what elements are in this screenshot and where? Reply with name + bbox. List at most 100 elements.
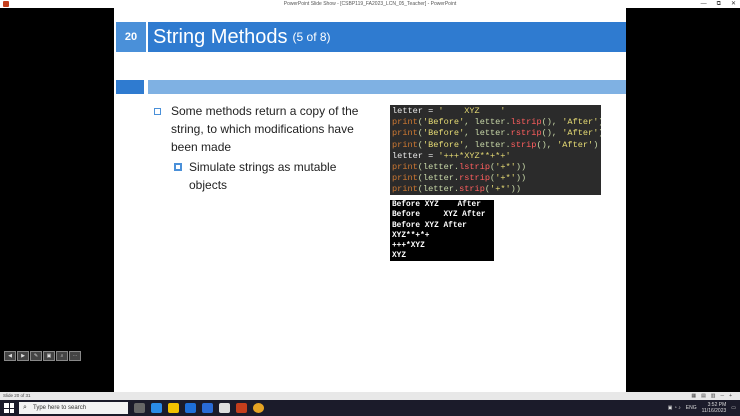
code-token: (letter. — [417, 162, 460, 173]
code-token: '+*' — [490, 184, 511, 195]
windows-start-icon[interactable] — [4, 403, 14, 413]
edge-icon[interactable] — [151, 403, 162, 413]
code-token: ' XYZ ' — [438, 106, 506, 116]
output-line: Before XYZ After — [392, 201, 481, 209]
slide-title-bar: String Methods (5 of 8) — [148, 22, 626, 52]
accent-strip-light — [148, 80, 626, 94]
filled-square-bullet-icon — [174, 163, 182, 171]
code-token: lstrip — [510, 117, 542, 128]
system-tray: ▣ ◔ ♪ ENG 3:52 PM 11/16/2023 ▭ — [668, 400, 736, 416]
console-output: Before XYZ After Before XYZ After Before X… — [390, 200, 494, 261]
window-controls: — ⧉ ✕ — [701, 0, 736, 8]
search-icon: ⌕ — [23, 404, 27, 411]
code-token: print — [392, 128, 418, 139]
bullet-level-2: Simulate strings as mutable objects — [174, 158, 374, 194]
code-token: '+++*XYZ**+*+' — [438, 150, 511, 161]
notifications-icon[interactable]: ▭ — [731, 405, 736, 411]
more-options-icon[interactable]: ⋯ — [69, 351, 81, 361]
code-line: print('Before', letter.strip(), 'After') — [392, 140, 599, 151]
taskbar-search[interactable]: ⌕ Type here to search — [19, 402, 128, 414]
bullet-level-1: Some methods return a copy of the string… — [154, 102, 374, 156]
output-line: Before XYZ After — [392, 211, 486, 220]
code-token: letter = — [392, 150, 439, 161]
code-token: 'After' — [562, 117, 599, 128]
code-token: (letter. — [417, 184, 460, 195]
window-titlebar: PowerPoint Slide Show - [CSBP119_FA2023_… — [0, 0, 740, 8]
code-line: print('Before', letter.lstrip(), 'After'… — [392, 117, 601, 128]
store-icon[interactable] — [185, 403, 196, 413]
zoom-in-icon[interactable]: + — [729, 392, 732, 400]
code-line: print(letter.lstrip('+*')) — [392, 162, 599, 173]
code-token: (), — [541, 117, 563, 128]
slide[interactable]: 20 String Methods (5 of 8) Some methods … — [114, 8, 626, 392]
slideshow-stage: 20 String Methods (5 of 8) Some methods … — [0, 8, 740, 392]
code-token: print — [392, 184, 418, 195]
code-token: 'Before' — [422, 117, 465, 128]
code-token: ) — [598, 128, 601, 138]
window-title: PowerPoint Slide Show - [CSBP119_FA2023_… — [283, 1, 457, 7]
bullet-text: Some methods return a copy of the string… — [171, 104, 359, 154]
output-line: XYZ**+*+ — [392, 231, 430, 240]
code-token: '+*' — [495, 162, 516, 173]
code-snippet: letter = ' XYZ ' print('Before', letter.l… — [390, 105, 601, 195]
code-token: rstrip — [510, 128, 542, 139]
code-line: print(letter.strip('+*')) — [392, 184, 599, 195]
code-token: print — [392, 173, 418, 184]
code-line: print(letter.rstrip('+*')) — [392, 173, 599, 184]
code-token: (letter. — [417, 173, 460, 184]
output-line: Before XYZ After — [392, 221, 467, 230]
powerpoint-taskbar-icon[interactable] — [236, 403, 247, 413]
code-token: '+*' — [495, 173, 516, 184]
task-view-icon[interactable] — [134, 403, 145, 413]
output-line: +++*XYZ — [392, 242, 425, 251]
code-token: 'After' — [562, 128, 599, 139]
status-bar: Slide 20 of 31 ▦ ▤ ▥ ─ + — [0, 392, 740, 400]
code-token: )) — [510, 184, 521, 195]
code-token: (), — [541, 128, 563, 139]
code-token: , letter. — [464, 128, 511, 139]
chrome-icon[interactable] — [253, 403, 264, 413]
code-token: print — [392, 117, 418, 128]
taskbar: ⌕ Type here to search ▣ ◔ ♪ ENG 3:52 PM … — [0, 400, 740, 416]
code-token: , letter. — [464, 117, 511, 128]
mail-icon[interactable] — [202, 403, 213, 413]
square-bullet-icon — [154, 108, 161, 115]
see-all-slides-icon[interactable]: ▣ — [43, 351, 55, 361]
normal-view-icon[interactable]: ▦ — [691, 392, 696, 400]
language-indicator[interactable]: ENG — [686, 405, 697, 411]
code-token: 'Before' — [422, 128, 465, 139]
slide-title-suffix: (5 of 8) — [292, 30, 331, 44]
tray-icons[interactable]: ▣ ◔ ♪ — [668, 405, 681, 411]
zoom-icon[interactable]: ⌕ — [56, 351, 68, 361]
next-slide-button[interactable]: ▶ — [17, 351, 29, 361]
photos-icon[interactable] — [219, 403, 230, 413]
code-token: 'Before' — [422, 139, 465, 150]
accent-strip-dark — [116, 80, 144, 94]
clock-date: 11/16/2023 — [701, 408, 727, 414]
close-button[interactable]: ✕ — [731, 0, 736, 8]
code-line: letter = '+++*XYZ**+*+' — [392, 151, 599, 162]
presenter-toolbar: ◀ ▶ ✎ ▣ ⌕ ⋯ — [4, 351, 81, 361]
slide-sorter-icon[interactable]: ▤ — [701, 392, 706, 400]
reading-view-icon[interactable]: ▥ — [711, 392, 716, 400]
slide-counter: Slide 20 of 31 — [3, 393, 31, 398]
slide-title: String Methods — [153, 25, 288, 48]
code-token: strip — [459, 184, 485, 195]
output-line: XYZ — [392, 252, 407, 261]
bullet-text: Simulate strings as mutable objects — [189, 160, 337, 192]
code-token: 'After' — [557, 139, 594, 150]
file-explorer-icon[interactable] — [168, 403, 179, 413]
code-token: )) — [515, 162, 527, 173]
code-line: print('Before', letter.rstrip(), 'After'… — [392, 128, 601, 139]
restore-button[interactable]: ⧉ — [717, 0, 721, 8]
code-token: rstrip — [459, 173, 491, 184]
code-line: letter = ' XYZ ' — [392, 106, 599, 117]
pen-icon[interactable]: ✎ — [30, 351, 42, 361]
search-placeholder: Type here to search — [33, 405, 87, 411]
code-token: print — [392, 162, 418, 173]
minimize-button[interactable]: — — [701, 0, 707, 8]
code-token: letter = — [392, 106, 439, 116]
clock[interactable]: 3:52 PM 11/16/2023 — [702, 402, 727, 414]
zoom-slider[interactable]: ─ — [721, 392, 725, 400]
previous-slide-button[interactable]: ◀ — [4, 351, 16, 361]
